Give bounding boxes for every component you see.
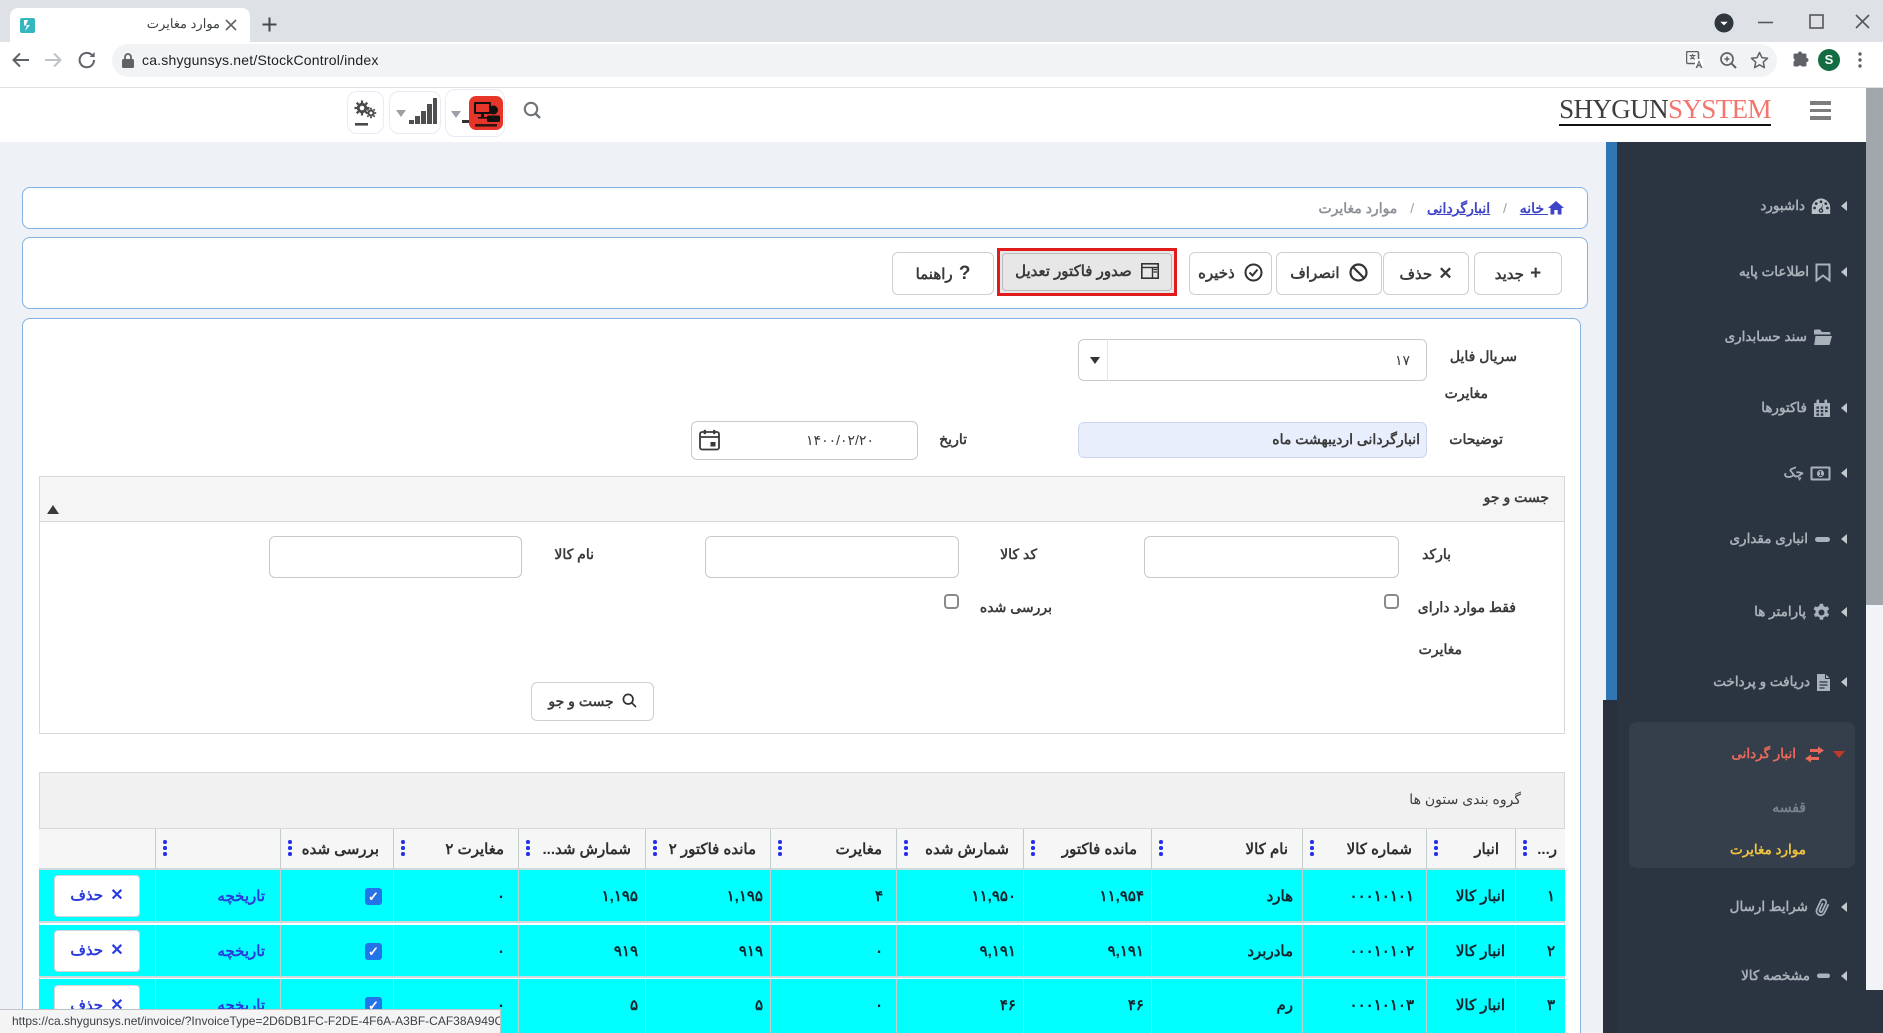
svg-text:1: 1	[1819, 471, 1823, 478]
